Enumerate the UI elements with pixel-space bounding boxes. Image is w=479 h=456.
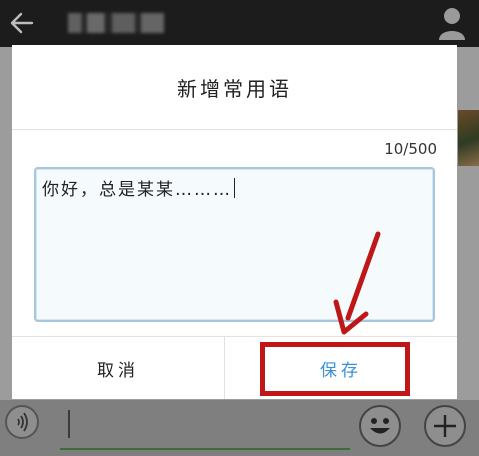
message-input[interactable] xyxy=(60,448,350,450)
phrase-text: 你好，总是某某……… xyxy=(42,175,235,200)
annotation-arrow xyxy=(333,231,381,335)
divider xyxy=(12,129,457,130)
blurred-contact-name xyxy=(68,13,164,33)
plus-icon xyxy=(434,415,456,437)
save-highlight-box xyxy=(260,342,410,396)
text-caret xyxy=(234,178,235,198)
voice-button[interactable] xyxy=(5,405,39,439)
arrow-left-icon[interactable] xyxy=(8,9,36,37)
message-input-cursor xyxy=(68,410,70,438)
emoji-button[interactable] xyxy=(359,405,401,447)
top-bar xyxy=(0,0,479,47)
person-icon[interactable] xyxy=(437,6,467,40)
cancel-button[interactable]: 取消 xyxy=(12,337,224,399)
phrase-text-value: 你好，总是某某……… xyxy=(42,180,232,200)
avatar xyxy=(458,110,479,166)
add-button[interactable] xyxy=(424,405,466,447)
character-counter: 10/500 xyxy=(384,140,437,158)
dialog-title: 新增常用语 xyxy=(177,76,292,101)
voice-icon xyxy=(17,412,28,432)
emoji-icon xyxy=(370,418,390,434)
